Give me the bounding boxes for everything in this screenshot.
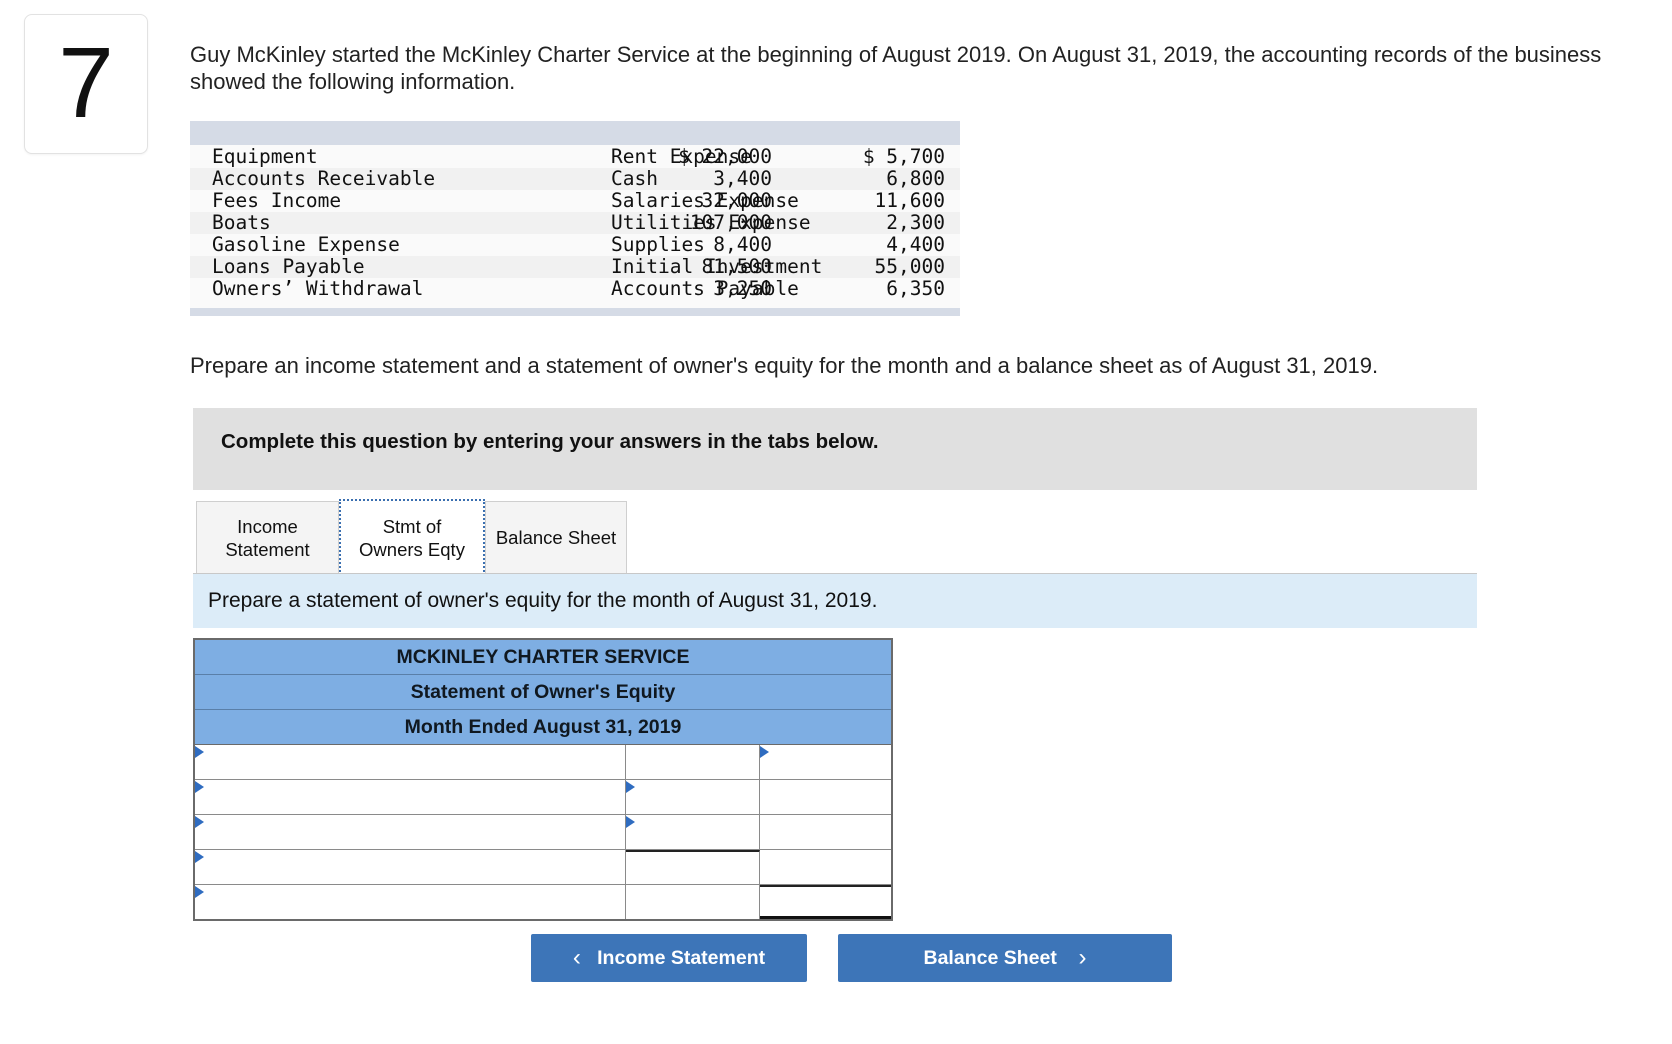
statement-row-amount-input[interactable] [626,885,759,919]
account-name: Rent Expense [611,145,752,168]
prev-income-statement-button[interactable]: ‹ Income Statement [531,934,807,982]
tab-income-statement[interactable]: Income Statement [196,501,339,573]
statement-row-total-input[interactable] [760,815,891,849]
account-row: Accounts Receivable 3,400 Cash 6,800 [190,168,960,190]
account-name: Accounts Receivable [212,167,436,190]
account-name: Utilities Expense [611,211,811,234]
account-row: Equipment $ 22,000 Rent Expense $ 5,700 [190,146,960,168]
account-amount: 4,400 [886,233,945,256]
complete-banner: Complete this question by entering your … [193,408,1477,490]
account-amount: 6,350 [886,277,945,300]
question-intro: Guy McKinley started the McKinley Charte… [190,42,1602,94]
tab-instruction-bar: Prepare a statement of owner's equity fo… [193,574,1477,628]
account-amount: $ 5,700 [862,145,945,168]
statement-row-total-input[interactable] [760,745,891,779]
statement-row-amount-input[interactable] [626,852,759,884]
account-row: Owners’ Withdrawal 3,250 Accounts Payable 6… [190,278,960,300]
chevron-left-icon: ‹ [572,944,581,971]
account-name: Equipment [212,145,318,168]
account-amount: 6,800 [886,167,945,190]
statement-title: Statement of Owner's Equity [195,675,891,710]
question-number-box: 7 [24,14,148,154]
statement-row-amount-input[interactable] [626,780,759,814]
tab-label-line2: Owners Eqty [359,539,465,560]
account-name: Supplies [611,233,705,256]
account-amount: 8,400 [713,233,772,256]
statement-row-amount-input[interactable] [626,815,759,849]
account-name: Owners’ Withdrawal [212,277,424,300]
statement-row-total-input[interactable] [760,850,891,884]
statement-row-total-input[interactable] [760,780,891,814]
account-row: Boats 107,000 Utilities Expense 2,300 [190,212,960,234]
account-amount: 11,600 [874,189,945,212]
statement-row-label-select[interactable] [195,850,625,884]
statement-row [195,745,891,780]
account-name: Cash [611,167,658,190]
tab-balance-sheet[interactable]: Balance Sheet [485,501,627,573]
statement-row-label-select[interactable] [195,780,625,814]
tab-label-line1: Income [237,515,298,537]
account-name: Salaries Expense [611,189,799,212]
question-number: 7 [58,27,114,139]
account-row: Loans Payable 81,500 Initial Investment 55,… [190,256,960,278]
statement-row [195,815,891,850]
tab-instruction-text: Prepare a statement of owner's equity fo… [208,589,878,612]
account-name: Initial Investment [611,255,823,278]
statement-row [195,850,891,885]
statement-row-amount-input[interactable] [626,745,759,779]
owners-equity-statement: MCKINLEY CHARTER SERVICE Statement of Ow… [193,638,893,921]
account-name: Accounts Payable [611,277,799,300]
account-amount: 3,400 [713,167,772,190]
account-name: Fees Income [212,189,342,212]
account-name: Loans Payable [212,255,365,278]
next-button-label: Balance Sheet [923,946,1057,969]
account-amount: 55,000 [874,255,945,278]
next-balance-sheet-button[interactable]: Balance Sheet › [838,934,1172,982]
statement-row-label-select[interactable] [195,815,625,849]
account-row: Gasoline Expense 8,400 Supplies 4,400 [190,234,960,256]
chevron-right-icon: › [1078,944,1087,971]
account-row: Fees Income 32,000 Salaries Expense 11,600 [190,190,960,212]
statement-row-total-input[interactable] [760,887,891,916]
account-name: Gasoline Expense [212,233,400,256]
tab-label-line1: Stmt of [382,516,442,537]
account-name: Boats [212,211,271,234]
statement-row-label-select[interactable] [195,885,625,919]
table-top-bar [190,121,960,145]
tab-label: Balance Sheet [495,527,617,548]
prev-button-label: Income Statement [597,946,766,969]
account-amount: 2,300 [886,211,945,234]
tab-label-line2: Statement [225,538,310,560]
statement-row-label-select[interactable] [195,745,625,779]
complete-banner-text: Complete this question by entering your … [221,430,879,453]
statement-company: MCKINLEY CHARTER SERVICE [195,640,891,675]
prepare-instructions: Prepare an income statement and a statem… [190,353,1379,378]
tab-stmt-owners-eqty[interactable]: Stmt of Owners Eqty [339,499,485,575]
statement-row [195,885,891,919]
statement-period: Month Ended August 31, 2019 [195,710,891,745]
account-data-table: Equipment $ 22,000 Rent Expense $ 5,700 Acco… [190,121,960,316]
table-bottom-bar [190,308,960,316]
statement-row [195,780,891,815]
